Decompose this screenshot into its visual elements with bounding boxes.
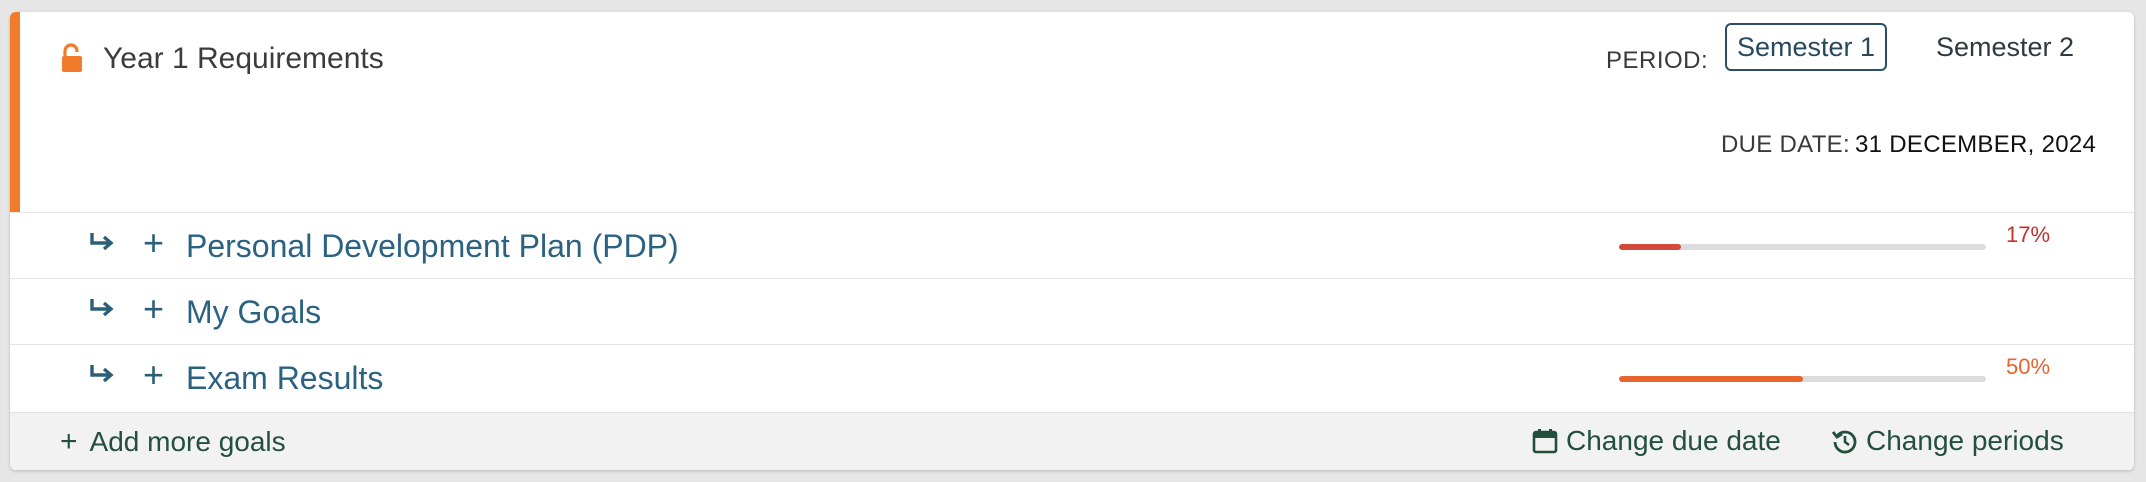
due-date-value: 31 DECEMBER, 2024 [1855, 131, 2097, 158]
unlocked-padlock-icon [62, 43, 82, 72]
progress-percent: 17% [2006, 222, 2051, 247]
progress-bar [1619, 376, 1986, 382]
goal-row: + Exam Results 50% [10, 344, 2134, 411]
add-more-goals-button[interactable]: + Add more goals [60, 425, 286, 459]
sub-item-arrow-icon [90, 299, 114, 317]
plus-icon: + [60, 425, 78, 458]
requirement-title: Year 1 Requirements [103, 42, 384, 75]
period-option-semester-2[interactable]: Semester 2 [1920, 23, 2090, 71]
goal-row: + Personal Development Plan (PDP) 17% [10, 212, 2134, 279]
expand-icon[interactable]: + [143, 357, 164, 393]
period-label: PERIOD: [1606, 47, 1709, 74]
goal-label[interactable]: Personal Development Plan (PDP) [186, 228, 679, 265]
progress-fill [1619, 244, 1682, 250]
change-due-date-label: Change due date [1566, 425, 1781, 456]
expand-icon[interactable]: + [143, 225, 164, 261]
accent-bar [10, 12, 20, 212]
goal-label[interactable]: Exam Results [186, 360, 383, 397]
sub-item-arrow-icon [90, 365, 114, 383]
goal-label[interactable]: My Goals [186, 294, 321, 331]
due-date-label: DUE DATE: [1721, 131, 1850, 158]
period-option-semester-1[interactable]: Semester 1 [1725, 23, 1887, 71]
add-more-goals-label: Add more goals [89, 426, 286, 457]
sub-item-arrow-icon [90, 233, 114, 251]
goal-row: + My Goals [10, 278, 2134, 345]
expand-icon[interactable]: + [143, 291, 164, 327]
change-periods-button[interactable]: Change periods [1831, 425, 2064, 457]
progress-percent: 50% [2006, 354, 2051, 379]
progress-fill [1619, 376, 1803, 382]
requirements-card: Year 1 Requirements PERIOD: Semester 1 S… [10, 12, 2134, 470]
calendar-icon [1532, 428, 1558, 453]
change-periods-label: Change periods [1866, 425, 2064, 456]
change-due-date-button[interactable]: Change due date [1532, 425, 1781, 457]
history-icon [1831, 430, 1857, 453]
progress-bar [1619, 244, 1986, 250]
card-footer: + Add more goals Change due date Change p… [10, 412, 2134, 470]
